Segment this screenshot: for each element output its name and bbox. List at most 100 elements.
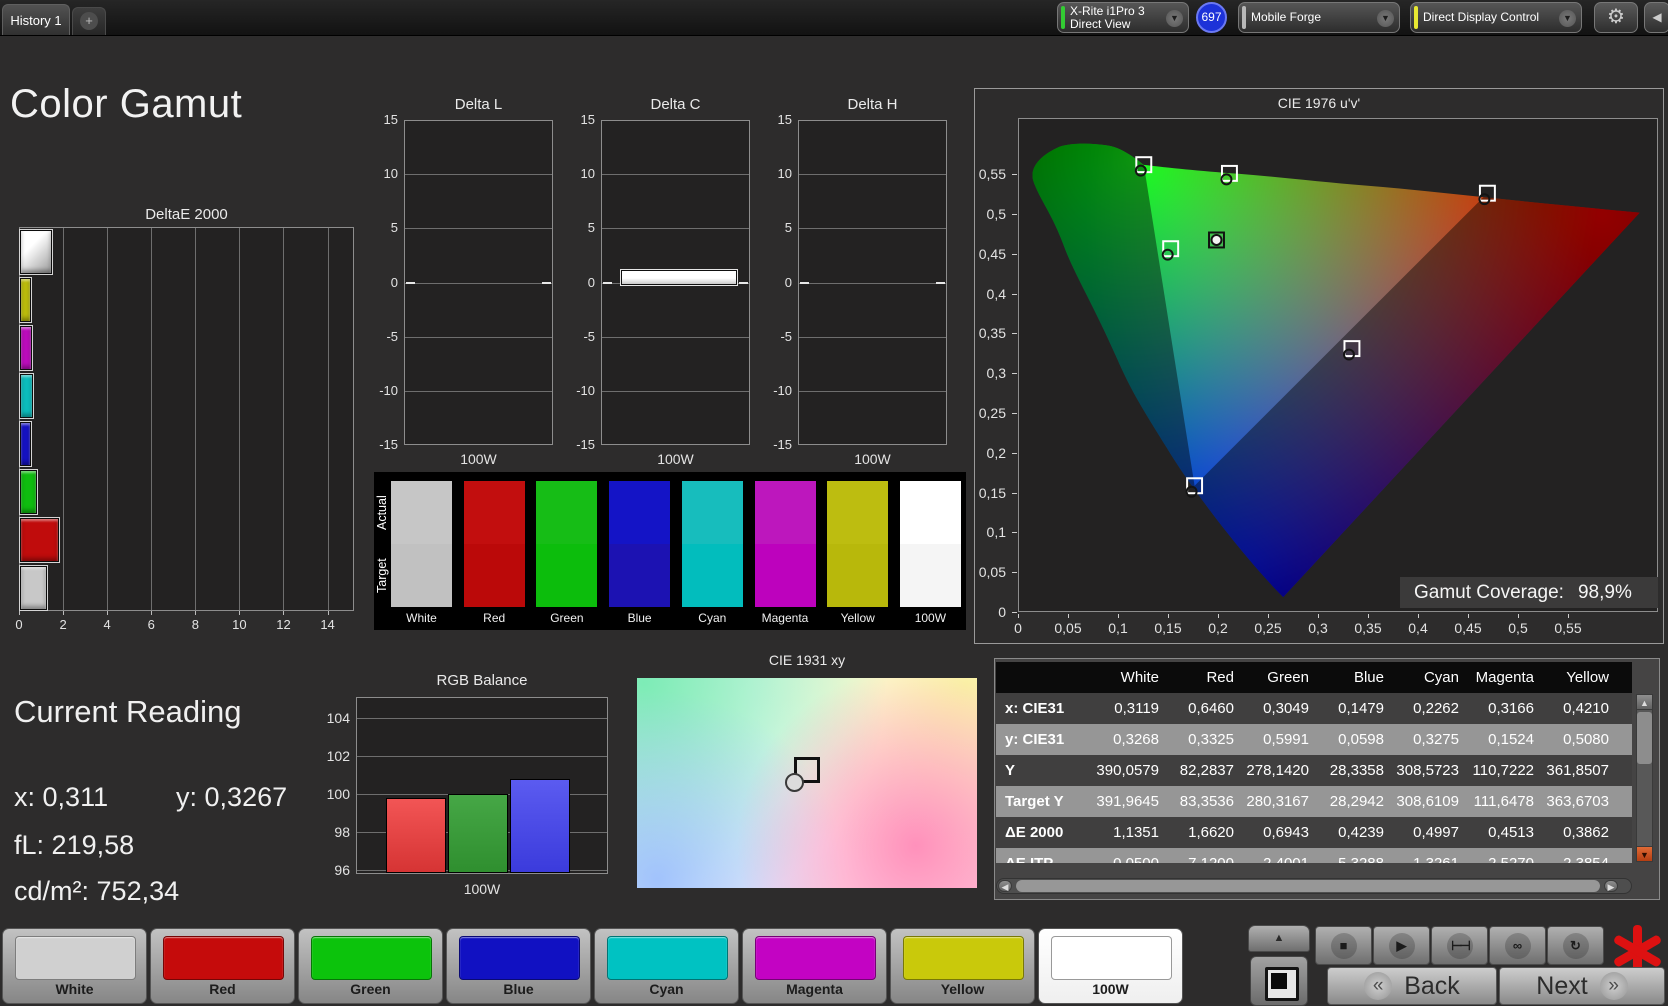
cie-x-tick-label: 0,45 — [1454, 620, 1482, 636]
reading-cdm2: cd/m²: 752,34 — [14, 876, 179, 907]
gridline — [195, 228, 197, 610]
pattern-button-blue[interactable]: Blue — [446, 928, 591, 1004]
panel-up-button[interactable]: ▲ — [1248, 925, 1310, 952]
workflow-accent-bar — [1414, 6, 1418, 29]
play-button[interactable]: ▶ — [1373, 926, 1430, 965]
zero-tick — [542, 281, 551, 284]
scroll-left-button[interactable]: ◀ — [998, 880, 1012, 892]
cie-y-tick-label: 0,3 — [986, 365, 1006, 382]
pattern-label: 100W — [1092, 981, 1129, 997]
cell: 0,3862 — [1563, 824, 1609, 841]
patch-target-white — [391, 544, 452, 607]
workflow-dropdown[interactable]: Direct Display Control ▼ — [1410, 2, 1582, 33]
chevron-left-icon: ◀ — [1652, 10, 1662, 24]
back-label: Back — [1404, 971, 1460, 1000]
column-header-green: Green — [1267, 669, 1309, 686]
tick — [239, 611, 241, 615]
meter-device-dropdown[interactable]: X-Rite i1Pro 3 Direct View ▼ — [1057, 2, 1189, 33]
chevron-up-icon: ▲ — [1273, 932, 1285, 944]
collapse-panel-button[interactable]: ◀ — [1644, 2, 1668, 33]
pattern-window-button[interactable] — [1250, 956, 1308, 1006]
patch-actual-yellow — [827, 481, 889, 544]
deltae-bar-yellow — [20, 278, 31, 322]
rgb-bar-green — [448, 794, 508, 873]
stop-button[interactable]: ■ — [1315, 926, 1372, 965]
pattern-button-magenta[interactable]: Magenta — [742, 928, 887, 1004]
pattern-button-100w[interactable]: 100W — [1038, 928, 1183, 1004]
cie1931-title: CIE 1931 xy — [768, 652, 846, 668]
tick — [151, 611, 153, 615]
pattern-swatch — [163, 936, 284, 980]
chevron-down-icon[interactable]: ▼ — [1166, 10, 1183, 27]
patch-label: Magenta — [761, 611, 809, 625]
y-tick-label: -5 — [583, 328, 595, 344]
chevron-down-icon[interactable]: ▼ — [1559, 10, 1576, 27]
add-tab-button[interactable]: + — [72, 7, 106, 35]
gamut-coverage-readout: Gamut Coverage: 98,9% — [1400, 577, 1658, 608]
patch-target-cyan — [681, 544, 743, 607]
back-arrow-icon: « — [1364, 972, 1393, 1000]
pattern-label: White — [55, 981, 94, 997]
cell: 391,9645 — [1096, 793, 1159, 810]
row-label: y: CIE31 — [1005, 731, 1065, 748]
workflow-label: Direct Display Control — [1423, 10, 1540, 24]
pattern-swatch — [311, 936, 432, 980]
tab-history-1[interactable]: History 1 — [2, 4, 70, 35]
pattern-button-white[interactable]: White — [2, 928, 147, 1004]
row-label-target: Target — [375, 558, 389, 593]
gridline — [239, 228, 241, 610]
cie-x-tick-label: 0,25 — [1254, 620, 1282, 636]
cell: 28,3358 — [1329, 762, 1384, 779]
cie-x-tick — [1318, 614, 1319, 618]
pattern-button-cyan[interactable]: Cyan — [594, 928, 739, 1004]
refresh-button[interactable]: ↻ — [1547, 926, 1604, 965]
rgb-x-label: 100W — [463, 881, 501, 897]
back-button[interactable]: « Back — [1327, 967, 1497, 1005]
scroll-right-button[interactable]: ▶ — [1604, 880, 1618, 892]
cie-y-tick-label: 0,25 — [978, 405, 1006, 421]
delta-x-label: 100W — [854, 451, 891, 467]
reading-x-label: x: — [14, 782, 36, 812]
cie-x-tick-label: 0,55 — [1554, 620, 1582, 636]
x-tick-label: 2 — [59, 617, 67, 632]
cell: 0,4239 — [1338, 824, 1384, 841]
pattern-button-green[interactable]: Green — [298, 928, 443, 1004]
reading-y-value: 0,3267 — [204, 782, 288, 812]
patch-actual-blue — [609, 481, 671, 544]
meter-count-badge: 697 — [1196, 2, 1227, 33]
reading-x: x: 0,311 — [14, 782, 108, 813]
h-scroll-thumb[interactable] — [1016, 880, 1600, 892]
chevron-down-icon[interactable]: ▼ — [1377, 10, 1394, 27]
cell: 363,6703 — [1546, 793, 1609, 810]
cell: 2,3854 — [1546, 848, 1621, 863]
table-row-2: y: CIE31 0,3268 0,3325 0,5991 0,0598 0,3275 0,… — [996, 724, 1632, 755]
scroll-down-button[interactable]: ▼ — [1636, 846, 1653, 862]
scroll-up-button[interactable]: ▲ — [1636, 694, 1653, 710]
top-bar: History 1 + X-Rite i1Pro 3 Direct View ▼… — [0, 0, 1668, 36]
cell: 82,2837 — [1179, 762, 1234, 779]
v-scroll-thumb[interactable] — [1637, 712, 1652, 764]
patch-label: Blue — [627, 611, 652, 625]
cie-x-tick-label: 0,1 — [1108, 620, 1128, 636]
continuous-button[interactable]: ∞ — [1489, 926, 1546, 965]
gridline — [405, 174, 552, 176]
cell: 1,1351 — [1113, 824, 1159, 841]
x-tick-label: 14 — [320, 617, 335, 632]
next-button[interactable]: Next » — [1499, 967, 1665, 1005]
cell: 0,3275 — [1413, 731, 1459, 748]
y-tick-label: 96 — [334, 862, 350, 878]
table-row-6: ΔE ITP0,05007,12002,40015,32881,32612,52… — [996, 848, 1632, 863]
pattern-button-yellow[interactable]: Yellow — [890, 928, 1035, 1004]
rgb-bar-blue — [510, 778, 570, 873]
tick — [19, 611, 20, 615]
pattern-source-dropdown[interactable]: Mobile Forge ▼ — [1238, 2, 1400, 33]
zero-tick — [603, 281, 612, 284]
column-header-white: White — [1120, 669, 1159, 686]
cell: 0,1479 — [1338, 700, 1384, 717]
patch-target-100w — [899, 544, 961, 607]
single-measure-button[interactable]: ⊢⊣ — [1431, 926, 1488, 965]
cell: 1,3261 — [1396, 848, 1471, 863]
pattern-button-red[interactable]: Red — [150, 928, 295, 1004]
settings-button[interactable]: ⚙ — [1594, 2, 1638, 33]
cie-y-tick — [1012, 612, 1017, 613]
